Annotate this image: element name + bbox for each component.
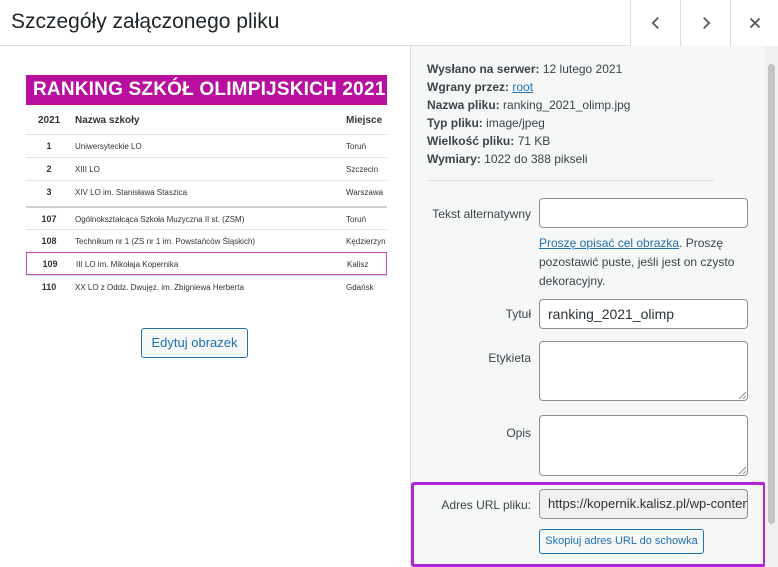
chevron-left-icon: [651, 16, 659, 30]
title-input[interactable]: ranking_2021_olimp: [539, 299, 748, 329]
modal-header: Szczegóły załączonego pliku: [0, 0, 778, 46]
table-row: 1 Uniwersyteckie LO Toruń: [26, 134, 387, 157]
title-label: Tytuł: [505, 307, 531, 321]
table-row: 108 Technikum nr 1 (ZS nr 1 im. Powstańc…: [26, 229, 387, 252]
attachment-details-panel: Wysłano na serwer: 12 lutego 2021 Wgrany…: [410, 46, 766, 567]
col-place: Miejsce: [346, 115, 383, 126]
table-row: 110 XX LO z Oddz. Dwujęz. im. Zbigniewa …: [26, 275, 387, 298]
alt-text-help-link[interactable]: Proszę opisać cel obrazka: [539, 236, 679, 250]
copy-url-button[interactable]: Skopiuj adres URL do schowka: [539, 529, 704, 554]
resize-grip-icon[interactable]: [738, 391, 746, 399]
caption-textarea[interactable]: [539, 341, 748, 401]
alt-text-help: Proszę opisać cel obrazka. Proszę pozost…: [539, 236, 735, 288]
col-school: Nazwa szkoły: [75, 115, 140, 126]
file-url-input[interactable]: https://kopernik.kalisz.pl/wp-content/up…: [539, 489, 748, 519]
table-row-highlighted: 109 III LO im. Mikołaja Kopernika Kalisz: [26, 252, 387, 275]
previous-attachment-button[interactable]: [630, 0, 680, 46]
chevron-right-icon: [702, 16, 710, 30]
caption-label: Etykieta: [488, 351, 531, 365]
image-thumbnail: RANKING SZKÓŁ OLIMPIJSKICH 2021 2021 Naz…: [26, 75, 387, 343]
file-url-label: Adres URL pliku:: [441, 498, 531, 512]
scrollbar-thumb[interactable]: [768, 64, 775, 524]
file-metadata: Wysłano na serwer: 12 lutego 2021 Wgrany…: [427, 62, 631, 166]
alt-text-label: Tekst alternatywny: [432, 207, 531, 221]
scrollbar[interactable]: [765, 46, 778, 567]
description-label: Opis: [506, 426, 531, 440]
uploader-link[interactable]: root: [512, 80, 533, 94]
table-row: 107 Ogólnokształcąca Szkoła Muzyczna II …: [26, 206, 387, 229]
resize-grip-icon[interactable]: [738, 466, 746, 474]
col-year: 2021: [38, 115, 61, 126]
next-attachment-button[interactable]: [680, 0, 730, 46]
ranking-header: 2021 Nazwa szkoły Miejsce: [26, 109, 387, 133]
divider: [427, 180, 714, 181]
modal-title: Szczegóły załączonego pliku: [11, 10, 280, 33]
description-textarea[interactable]: [539, 415, 748, 476]
table-row: 3 XIV LO im. Stanisława Staszica Warszaw…: [26, 180, 387, 203]
edit-image-button[interactable]: Edytuj obrazek: [141, 328, 248, 358]
table-row: 2 XIII LO Szczecin: [26, 157, 387, 180]
close-icon: [749, 17, 760, 29]
attachment-preview-panel: RANKING SZKÓŁ OLIMPIJSKICH 2021 2021 Naz…: [0, 46, 410, 567]
alt-text-input[interactable]: [539, 198, 748, 228]
close-modal-button[interactable]: [730, 0, 778, 46]
ranking-banner: RANKING SZKÓŁ OLIMPIJSKICH 2021: [26, 75, 387, 105]
